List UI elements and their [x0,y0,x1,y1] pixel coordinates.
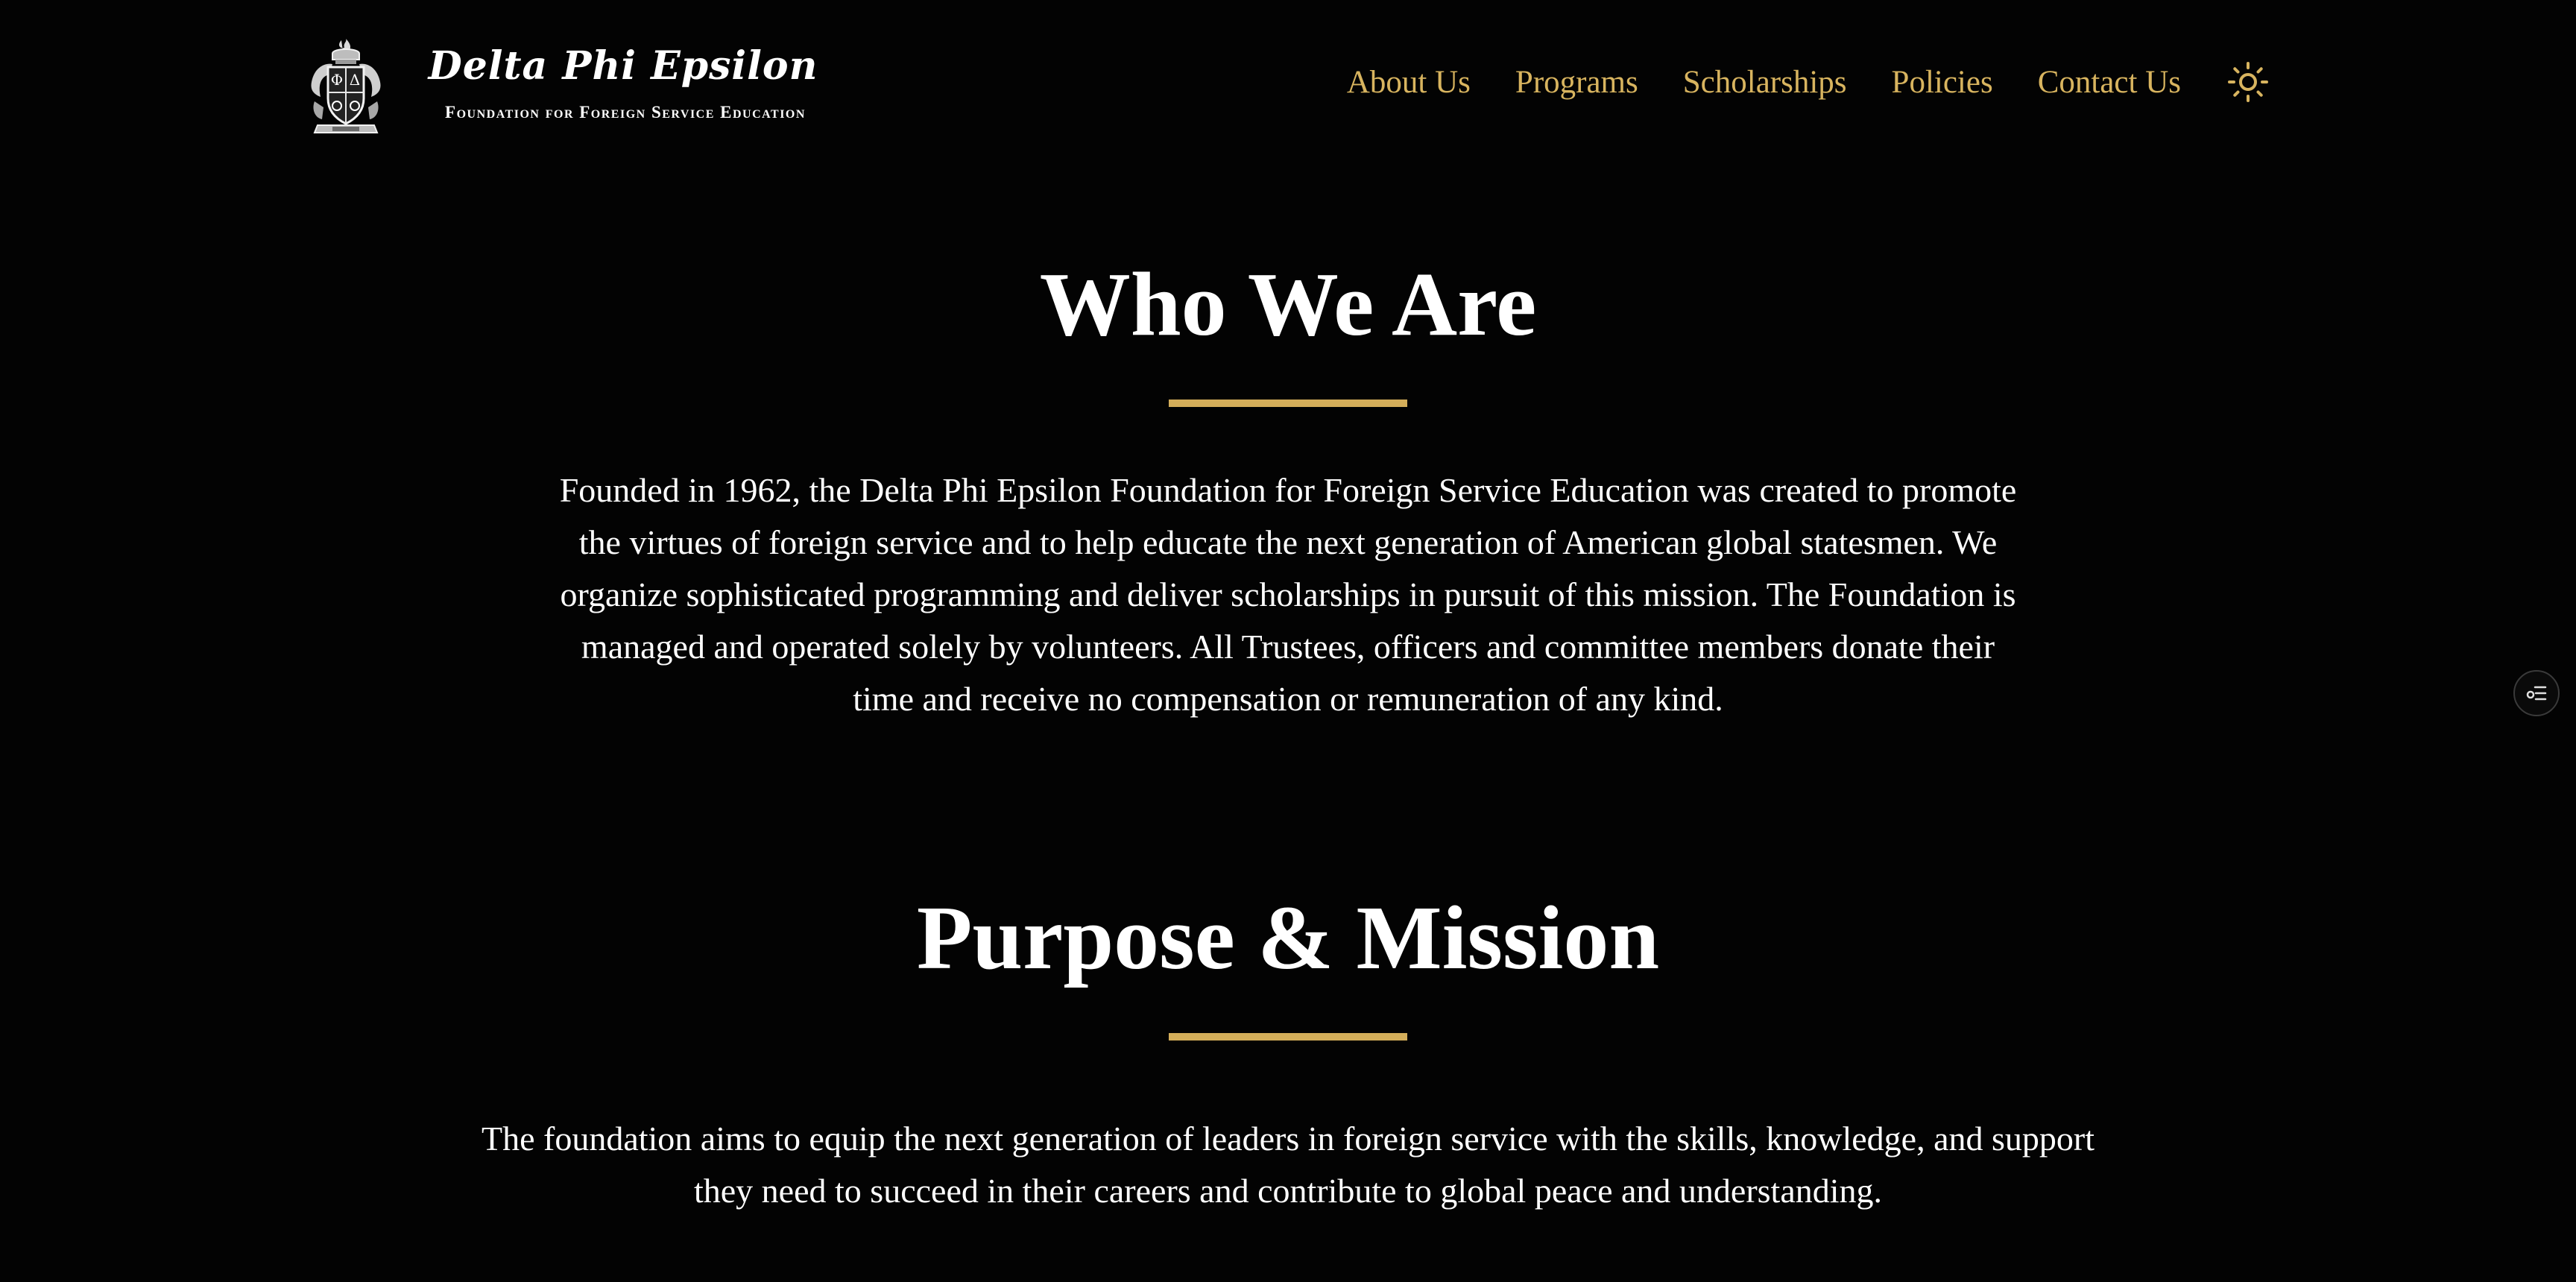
purpose-mission-text: The foundation aims to equip the next ge… [482,1120,2094,1210]
table-of-contents-button[interactable] [2513,670,2560,716]
sun-icon [2228,62,2268,102]
nav-policies[interactable]: Policies [1892,64,1993,101]
svg-text:Δ: Δ [350,71,360,89]
nav-about-us[interactable]: About Us [1347,64,1471,101]
nav-programs[interactable]: Programs [1515,64,1638,101]
purpose-mission-heading: Purpose & Mission [916,888,1660,988]
nav-scholarships[interactable]: Scholarships [1683,64,1847,101]
main-nav: About Us Programs Scholarships Policies … [1347,60,2270,104]
brand-subtitle: Foundation for Foreign Service Education [445,103,806,121]
theme-toggle-button[interactable] [2226,60,2270,104]
crest-logo-icon[interactable]: Φ Δ [307,37,385,139]
page: Φ Δ Delta Phi Epsilon Foundation for For… [0,0,2576,1282]
who-we-are-heading: Who We Are [1039,254,1537,355]
brand-name[interactable]: Delta Phi Epsilon [414,43,832,89]
site-header: Φ Δ Delta Phi Epsilon Foundation for For… [0,0,2576,179]
who-we-are-text: Founded in 1962, the Delta Phi Epsilon F… [559,471,2017,718]
heading-divider [1169,400,1407,407]
heading-divider [1169,1033,1407,1041]
nav-contact-us[interactable]: Contact Us [2038,64,2181,101]
svg-text:Φ: Φ [331,71,343,89]
table-of-contents-icon [2526,686,2547,701]
